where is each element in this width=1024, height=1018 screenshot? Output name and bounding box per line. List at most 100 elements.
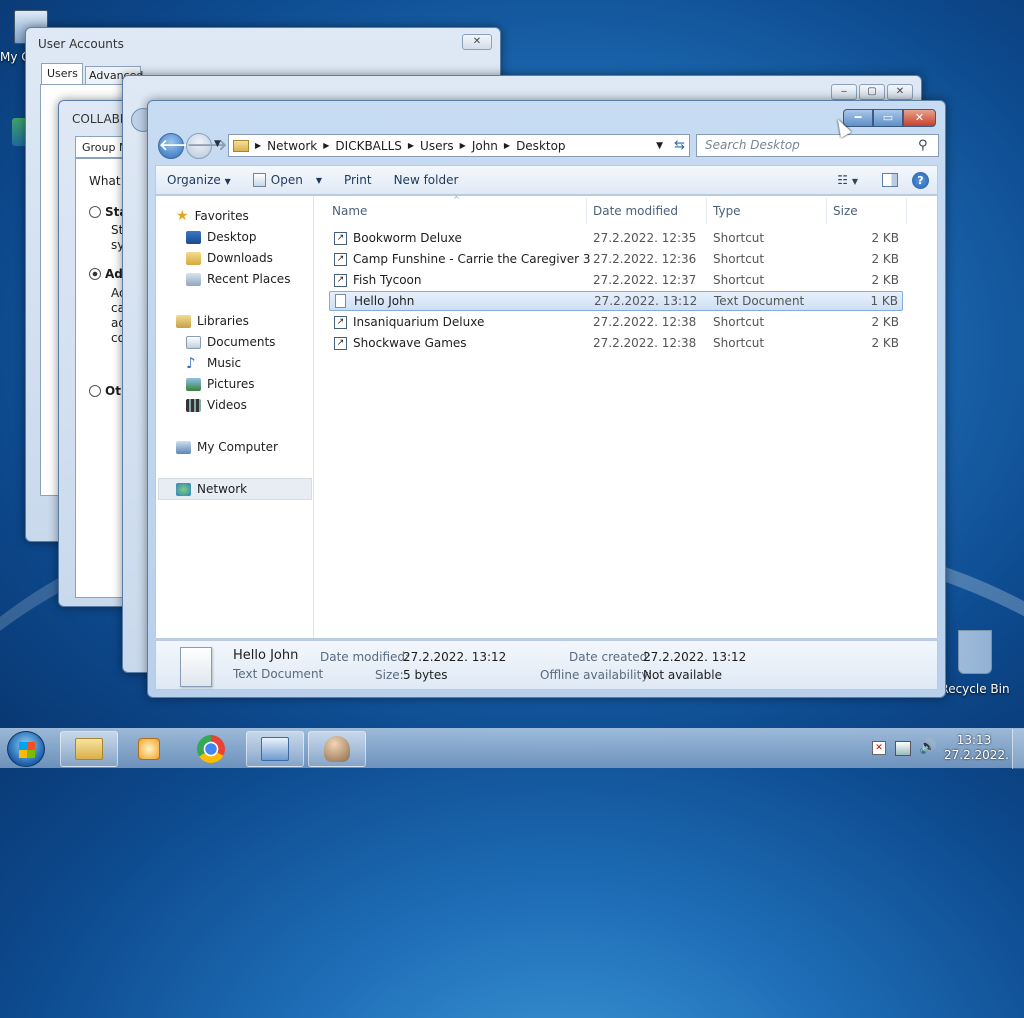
column-type[interactable]: Type	[713, 204, 741, 218]
close-button[interactable]: ✕	[903, 109, 936, 127]
address-bar[interactable]: ▶ Network ▶ DICKBALLS ▶ Users ▶ John ▶ D…	[228, 134, 690, 157]
file-size: 2 KB	[871, 231, 899, 245]
breadcrumb-network[interactable]: Network	[267, 139, 317, 153]
views-button[interactable]: ☷ ▼	[827, 173, 868, 187]
file-row[interactable]: ↗ Fish Tycoon 27.2.2022. 12:37 Shortcut 2 K…	[329, 270, 903, 290]
file-name: Fish Tycoon	[353, 273, 422, 287]
column-size[interactable]: Size	[833, 204, 858, 218]
nav-favorites[interactable]: ★ Favorites	[176, 206, 249, 226]
file-row[interactable]: ↗ Bookworm Deluxe 27.2.2022. 12:35 Shortcu…	[329, 228, 903, 248]
network-tray-icon[interactable]	[895, 741, 911, 756]
breadcrumb-computer[interactable]: DICKBALLS	[335, 139, 401, 153]
navigation-pane: ★ Favorites Desktop Downloads Recent Plac…	[156, 196, 314, 638]
chevron-down-icon: ▼	[851, 177, 858, 186]
column-divider	[586, 198, 587, 224]
nav-label: Libraries	[197, 314, 249, 328]
navigation-bar: 🡐 🡒 ▼ ▶ Network ▶ DICKBALLS ▶ Users ▶ Jo…	[156, 133, 939, 159]
breadcrumb-users[interactable]: Users	[420, 139, 454, 153]
organize-label: Organize	[167, 173, 221, 187]
file-size: 2 KB	[871, 315, 899, 329]
explorer-window[interactable]: ━ ▭ ✕ 🡐 🡒 ▼ ▶ Network ▶ DICKBALLS ▶ User…	[147, 100, 946, 698]
desktop-icon-recycle-bin[interactable]: Recycle Bin	[940, 630, 1010, 696]
minimize-button[interactable]: ‒	[831, 84, 857, 100]
preview-pane-icon[interactable]	[882, 173, 898, 187]
nav-label: Favorites	[194, 209, 249, 223]
organize-button[interactable]: Organize ▼	[156, 173, 242, 187]
sort-arrow-icon: ^	[453, 195, 460, 204]
nav-pictures[interactable]: Pictures	[186, 374, 255, 394]
taskbar-chrome-button[interactable]	[182, 731, 240, 767]
breadcrumb-separator: ▶	[323, 141, 330, 150]
history-dropdown-icon[interactable]: ▼	[214, 139, 221, 149]
text-document-icon	[335, 294, 346, 308]
taskbar-media-player-button[interactable]	[120, 731, 178, 767]
file-date: 27.2.2022. 12:35	[593, 231, 697, 245]
back-button[interactable]: 🡐	[158, 133, 199, 159]
shortcut-icon: ↗	[334, 336, 347, 350]
notepad-icon	[252, 173, 266, 187]
close-button[interactable]: ✕	[462, 34, 492, 50]
nav-videos[interactable]: Videos	[186, 395, 247, 415]
maximize-button[interactable]: ▭	[873, 109, 903, 127]
clock[interactable]: 13:13 27.2.2022.	[944, 733, 1009, 763]
shortcut-icon: ↗	[334, 252, 347, 266]
nav-libraries[interactable]: Libraries	[176, 311, 249, 331]
file-row[interactable]: ↗ Camp Funshine - Carrie the Caregiver 3…	[329, 249, 903, 269]
windows-logo-icon	[19, 742, 35, 758]
address-dropdown-icon[interactable]: ▼	[656, 141, 663, 151]
volume-icon[interactable]: 🔊	[919, 739, 936, 755]
file-row[interactable]: ↗ Shockwave Games 27.2.2022. 12:38 Shortcu…	[329, 333, 903, 353]
nav-my-computer[interactable]: My Computer	[176, 437, 278, 457]
column-divider	[706, 198, 707, 224]
date-created-value: 27.2.2022. 13:12	[643, 650, 747, 664]
nav-recent-places[interactable]: Recent Places	[186, 269, 290, 289]
breadcrumb-john[interactable]: John	[472, 139, 498, 153]
file-row[interactable]: ↗ Insaniquarium Deluxe 27.2.2022. 12:38 Sh…	[329, 312, 903, 332]
file-date: 27.2.2022. 12:38	[593, 336, 697, 350]
nav-desktop[interactable]: Desktop	[186, 227, 257, 247]
window-title: User Accounts	[38, 37, 124, 51]
action-center-icon[interactable]: ✕	[872, 741, 886, 755]
open-button[interactable]: Open ▼	[242, 173, 333, 187]
nav-music[interactable]: ♪ Music	[186, 353, 241, 373]
nav-label: Pictures	[207, 377, 255, 391]
file-type: Shortcut	[713, 273, 765, 287]
column-name[interactable]: Name	[332, 204, 367, 218]
file-row-selected[interactable]: Hello John 27.2.2022. 13:12 Text Document 1…	[329, 291, 903, 311]
taskbar-control-panel-button[interactable]	[246, 731, 304, 767]
taskbar-user-accounts-button[interactable]	[308, 731, 366, 767]
show-desktop-button[interactable]	[1012, 729, 1024, 769]
search-icon[interactable]: ⚲	[918, 138, 928, 153]
desktop-icon-label: Recycle Bin	[940, 682, 1010, 696]
users-tab[interactable]: Users	[41, 63, 83, 85]
nav-documents[interactable]: Documents	[186, 332, 275, 352]
file-date: 27.2.2022. 12:36	[593, 252, 697, 266]
taskbar-explorer-button[interactable]	[60, 731, 118, 767]
chevron-down-icon: ▼	[224, 177, 231, 186]
breadcrumb-separator: ▶	[255, 141, 262, 150]
chevron-down-icon: ▼	[315, 175, 322, 185]
refresh-icon[interactable]: ⇆	[674, 138, 685, 153]
nav-label: Desktop	[207, 230, 257, 244]
offline-value: Not available	[643, 668, 723, 682]
breadcrumb-desktop[interactable]: Desktop	[516, 139, 566, 153]
star-icon: ★	[176, 208, 189, 224]
help-icon[interactable]: ?	[912, 171, 929, 189]
users-icon	[324, 736, 350, 762]
forward-button[interactable]: 🡒	[186, 133, 227, 159]
new-folder-button[interactable]: New folder	[383, 173, 470, 187]
folder-icon	[233, 139, 249, 152]
breadcrumb-separator: ▶	[407, 141, 415, 150]
music-icon: ♪	[186, 354, 196, 372]
print-button[interactable]: Print	[333, 173, 383, 187]
shortcut-icon: ↗	[334, 273, 347, 287]
nav-downloads[interactable]: Downloads	[186, 248, 273, 268]
nav-network[interactable]: Network	[176, 479, 247, 499]
search-input[interactable]: Search Desktop	[696, 134, 939, 157]
chrome-icon	[197, 735, 225, 763]
start-button[interactable]	[7, 731, 45, 767]
file-name: Hello John	[354, 294, 415, 308]
maximize-button[interactable]: ▢	[859, 84, 885, 100]
close-button[interactable]: ✕	[887, 84, 913, 100]
column-date[interactable]: Date modified	[593, 204, 678, 218]
